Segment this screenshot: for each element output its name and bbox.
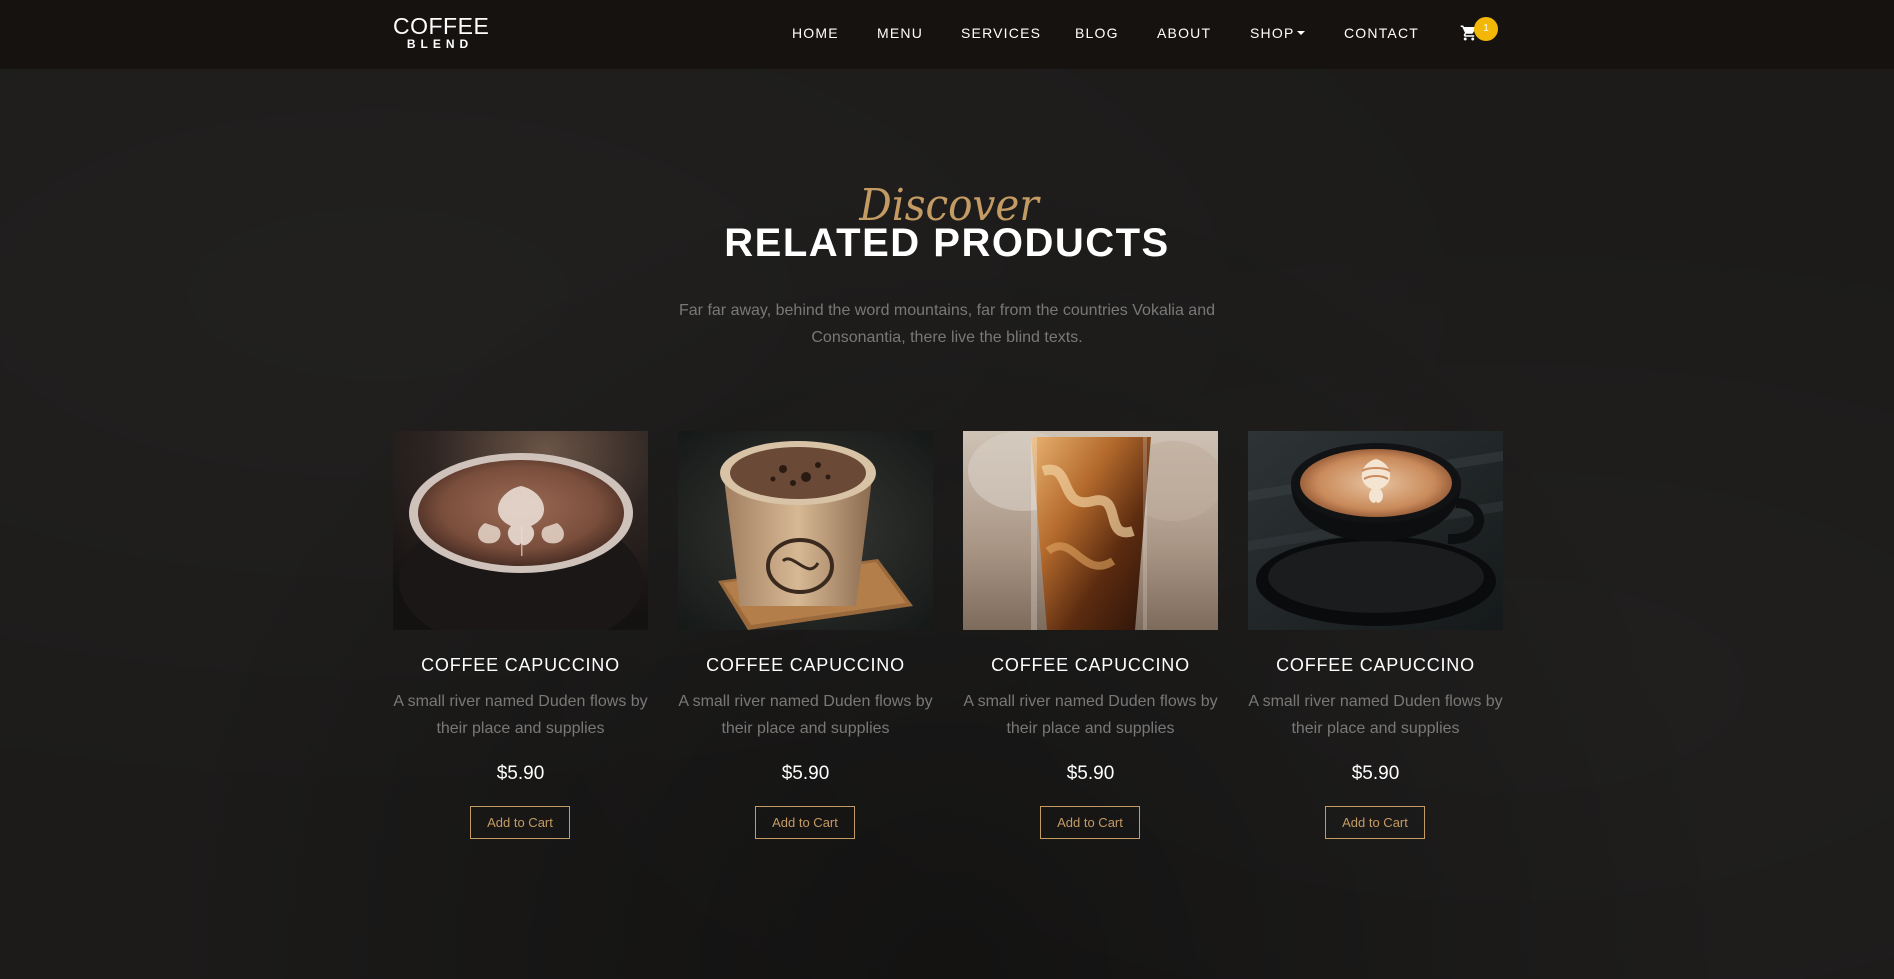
- product-price: $5.90: [1066, 763, 1115, 784]
- product-image-latte-art[interactable]: [393, 431, 648, 630]
- navbar: COFFEE BLEND HOME MENU SERVICES BLOG ABO…: [0, 0, 1894, 69]
- product-description: A small river named Duden flows by their…: [678, 693, 933, 737]
- iced-coffee-glass-photo: [963, 431, 1218, 630]
- nav-item-about[interactable]: ABOUT: [1157, 23, 1211, 43]
- product-description: A small river named Duden flows by their…: [1248, 693, 1503, 737]
- black-cup-latte-photo: [1248, 431, 1503, 630]
- product-name[interactable]: COFFEE CAPUCCINO: [963, 653, 1218, 677]
- product-name[interactable]: COFFEE CAPUCCINO: [678, 653, 933, 677]
- product-price: $5.90: [1351, 763, 1400, 784]
- cart-button[interactable]: 1: [1460, 17, 1500, 46]
- product-image-black-cup[interactable]: [1248, 431, 1503, 630]
- add-to-cart-button[interactable]: Add to Cart: [1040, 806, 1140, 839]
- nav-item-menu[interactable]: MENU: [877, 23, 923, 43]
- nav-item-home[interactable]: HOME: [792, 23, 839, 43]
- add-to-cart-button[interactable]: Add to Cart: [755, 806, 855, 839]
- product-card: COFFEE CAPUCCINO A small river named Dud…: [678, 431, 933, 851]
- product-price: $5.90: [496, 763, 545, 784]
- brand-line-1: COFFEE: [393, 13, 490, 39]
- product-image-iced-coffee[interactable]: [963, 431, 1218, 630]
- paper-cup-coffee-photo: [678, 431, 933, 630]
- product-image-paper-cup[interactable]: [678, 431, 933, 630]
- add-to-cart-button[interactable]: Add to Cart: [470, 806, 570, 839]
- product-name[interactable]: COFFEE CAPUCCINO: [1248, 653, 1503, 677]
- product-card: COFFEE CAPUCCINO A small river named Dud…: [1248, 431, 1503, 851]
- chevron-down-icon: [1297, 31, 1306, 35]
- product-card: COFFEE CAPUCCINO A small river named Dud…: [963, 431, 1218, 851]
- nav-item-contact[interactable]: CONTACT: [1344, 23, 1419, 43]
- product-description: A small river named Duden flows by their…: [963, 693, 1218, 737]
- product-name[interactable]: COFFEE CAPUCCINO: [393, 653, 648, 677]
- product-description: A small river named Duden flows by their…: [393, 693, 648, 737]
- brand-logo[interactable]: COFFEE BLEND: [393, 13, 490, 52]
- product-price: $5.90: [781, 763, 830, 784]
- brand-line-2: BLEND: [406, 37, 474, 51]
- section-intro: Far far away, behind the word mountains,…: [679, 302, 1215, 346]
- nav-item-services[interactable]: SERVICES: [961, 23, 1041, 43]
- product-card: COFFEE CAPUCCINO A small river named Dud…: [393, 431, 648, 851]
- latte-art-cup-photo: [393, 431, 648, 630]
- nav-item-shop[interactable]: SHOP: [1250, 23, 1306, 43]
- add-to-cart-button[interactable]: Add to Cart: [1325, 806, 1425, 839]
- section-title: RELATED PRODUCTS: [724, 221, 1170, 265]
- nav-item-blog[interactable]: BLOG: [1075, 23, 1119, 43]
- cart-count-badge: 1: [1474, 17, 1498, 41]
- nav-item-shop-label: SHOP: [1250, 25, 1295, 41]
